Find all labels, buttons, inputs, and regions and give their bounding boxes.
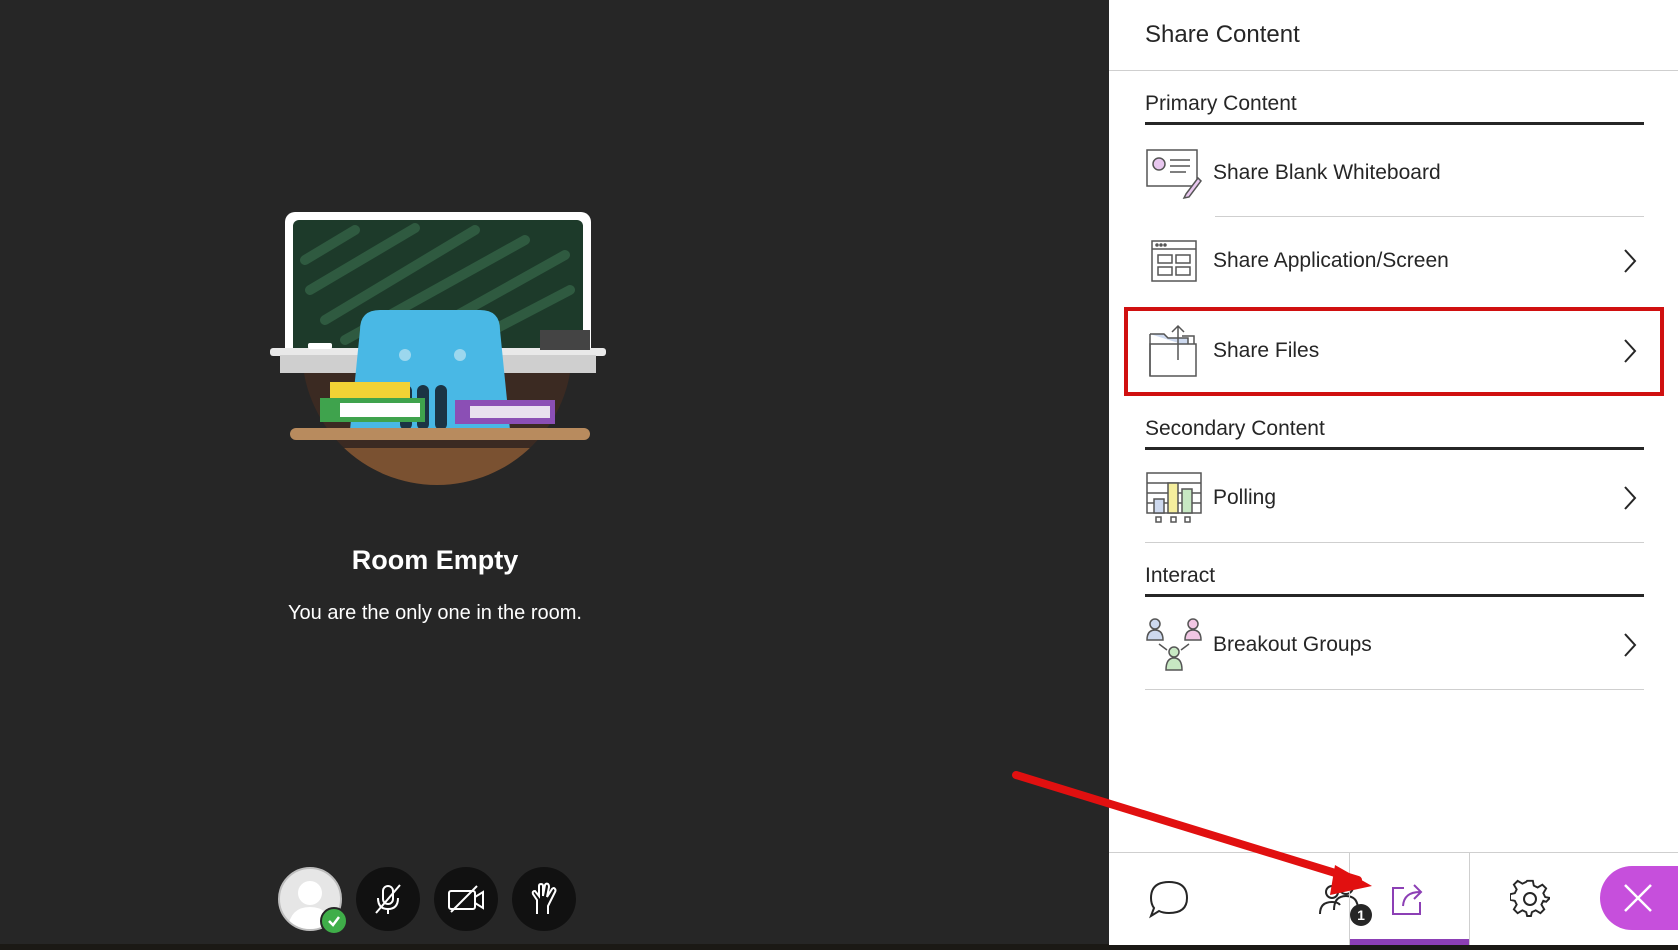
- tab-settings[interactable]: [1469, 853, 1590, 945]
- breakout-groups-icon: [1145, 616, 1203, 674]
- my-avatar-button[interactable]: [278, 867, 348, 935]
- chevron-right-icon: [1620, 630, 1640, 660]
- share-application-screen-label: Share Application/Screen: [1213, 249, 1449, 272]
- separator: [1215, 216, 1644, 217]
- tab-share-content[interactable]: [1349, 853, 1470, 945]
- whiteboard-icon: [1145, 144, 1203, 202]
- polling-item[interactable]: Polling: [1145, 458, 1644, 538]
- close-icon: [1624, 884, 1652, 912]
- share-files-highlight-box: [1124, 307, 1664, 396]
- share-application-screen-item[interactable]: Share Application/Screen: [1145, 221, 1644, 301]
- camera-toggle-button[interactable]: [434, 867, 498, 931]
- panel-tab-bar: 1: [1109, 852, 1678, 945]
- microphone-off-icon: [375, 884, 401, 914]
- status-check-icon: [320, 907, 348, 935]
- secondary-content-heading: Secondary Content: [1145, 417, 1644, 450]
- room-empty-title: Room Empty: [351, 545, 519, 575]
- chevron-right-icon: [1620, 483, 1640, 513]
- poll-chart-icon: [1145, 469, 1203, 527]
- empty-room-illustration: [265, 200, 610, 485]
- share-content-panel: Share Content Primary Content Share Blan…: [1109, 0, 1678, 945]
- panel-header: Share Content: [1109, 0, 1678, 71]
- close-panel-button[interactable]: [1600, 866, 1678, 930]
- primary-content-heading: Primary Content: [1145, 92, 1644, 125]
- breakout-groups-label: Breakout Groups: [1213, 633, 1372, 656]
- panel-title: Share Content: [1145, 21, 1300, 48]
- share-blank-whiteboard-label: Share Blank Whiteboard: [1213, 161, 1441, 184]
- breakout-groups-item[interactable]: Breakout Groups: [1145, 605, 1644, 685]
- screen-share-icon: [1145, 232, 1203, 290]
- raise-hand-button[interactable]: [512, 867, 576, 931]
- separator: [1145, 542, 1644, 543]
- microphone-toggle-button[interactable]: [356, 867, 420, 931]
- chat-bubble-icon: [1148, 880, 1188, 919]
- camera-off-icon: [448, 885, 484, 913]
- tab-chat[interactable]: [1109, 853, 1228, 945]
- room-empty-subtitle: You are the only one in the room.: [288, 602, 582, 624]
- hand-icon: [531, 882, 557, 914]
- gear-icon: [1509, 879, 1550, 917]
- interact-heading: Interact: [1145, 564, 1644, 597]
- session-stage: Room Empty You are the only one in the r…: [0, 0, 1109, 944]
- polling-label: Polling: [1213, 486, 1277, 509]
- share-icon: [1391, 884, 1422, 915]
- separator: [1145, 689, 1644, 690]
- chevron-right-icon: [1620, 246, 1640, 276]
- share-blank-whiteboard-item[interactable]: Share Blank Whiteboard: [1145, 133, 1644, 213]
- session-controls: [278, 866, 576, 935]
